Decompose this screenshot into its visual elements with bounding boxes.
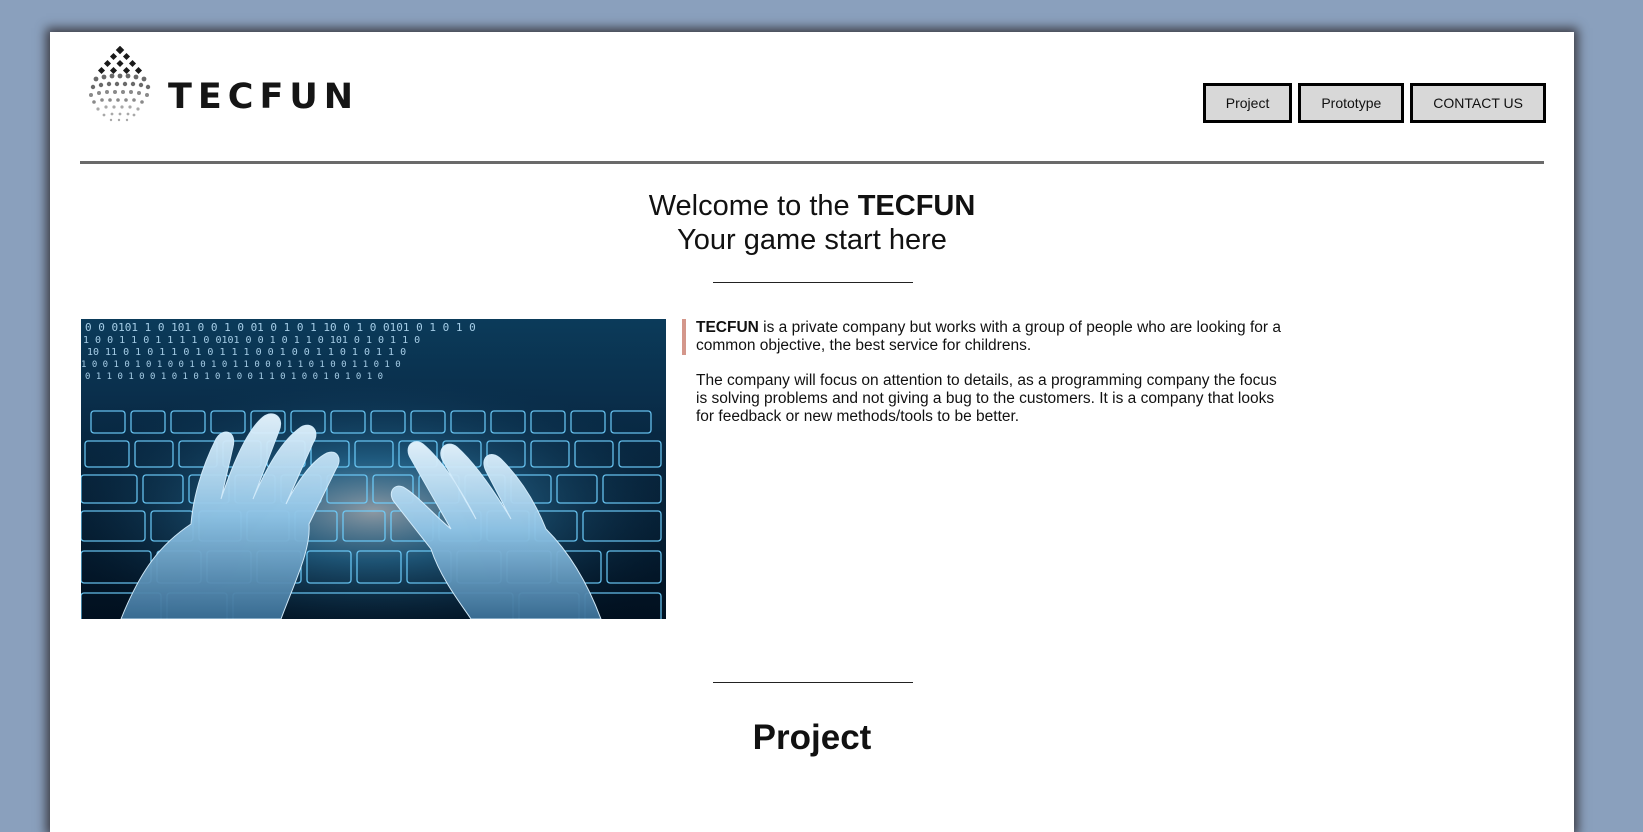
diamond-dots-logo-icon [89,46,151,122]
about-details: The company will focus on attention to d… [696,372,1277,425]
svg-text:1 0 0 1 0 1 0 1 0 0 1 0 1 0: 1 0 0 1 0 1 0 1 0 0 1 0 1 0 1 1 0 0 0 1 … [81,360,401,370]
header-divider [80,161,1544,164]
main-nav: Project Prototype CONTACT US [1202,83,1546,123]
section-divider-2 [713,682,913,683]
welcome-brand: TECFUN [857,190,976,222]
about-brand: TECFUN [696,319,759,336]
project-section-title: Project [752,718,872,757]
nav-project-button[interactable]: Project [1202,83,1293,123]
brand-name: TECFUN [168,77,360,117]
brand-logo[interactable]: TECFUN [86,46,353,126]
typing-hands-illustration: 0 0 0101 1 0 101 0 0 1 0 01 0 1 0 1 10 0… [81,319,666,619]
about-section: TECFUN is a private company but works wi… [682,319,1292,426]
about-intro-text: is a private company but works with a gr… [696,319,1281,354]
welcome-subheading: Your game start here [677,224,947,256]
hero-image: 0 0 0101 1 0 101 0 0 1 0 01 0 1 0 1 10 0… [81,319,666,619]
svg-text:0 0 0101 1 0 101 0 0 1 0 01: 0 0 0101 1 0 101 0 0 1 0 01 0 1 0 1 10 0… [85,321,476,334]
section-divider [713,282,913,283]
nav-contact-button[interactable]: CONTACT US [1410,83,1546,123]
nav-prototype-button[interactable]: Prototype [1298,83,1405,123]
svg-text:10 11 0 1 0 1 1 0 1 0 1 1 1: 10 11 0 1 0 1 1 0 1 0 1 1 1 0 0 1 0 0 1 … [87,347,406,358]
svg-text:1 0 0 1 1 0 1 1 1 1 0 0101: 1 0 0 1 1 0 1 1 1 1 0 0101 0 0 1 0 1 1 0… [83,335,420,346]
page-container: TECFUN Project Prototype CONTACT US Welc… [50,32,1574,832]
welcome-prefix: Welcome to the [648,190,858,222]
welcome-heading: Welcome to the TECFUN [50,189,1574,223]
about-intro: TECFUN is a private company but works wi… [682,319,1292,355]
